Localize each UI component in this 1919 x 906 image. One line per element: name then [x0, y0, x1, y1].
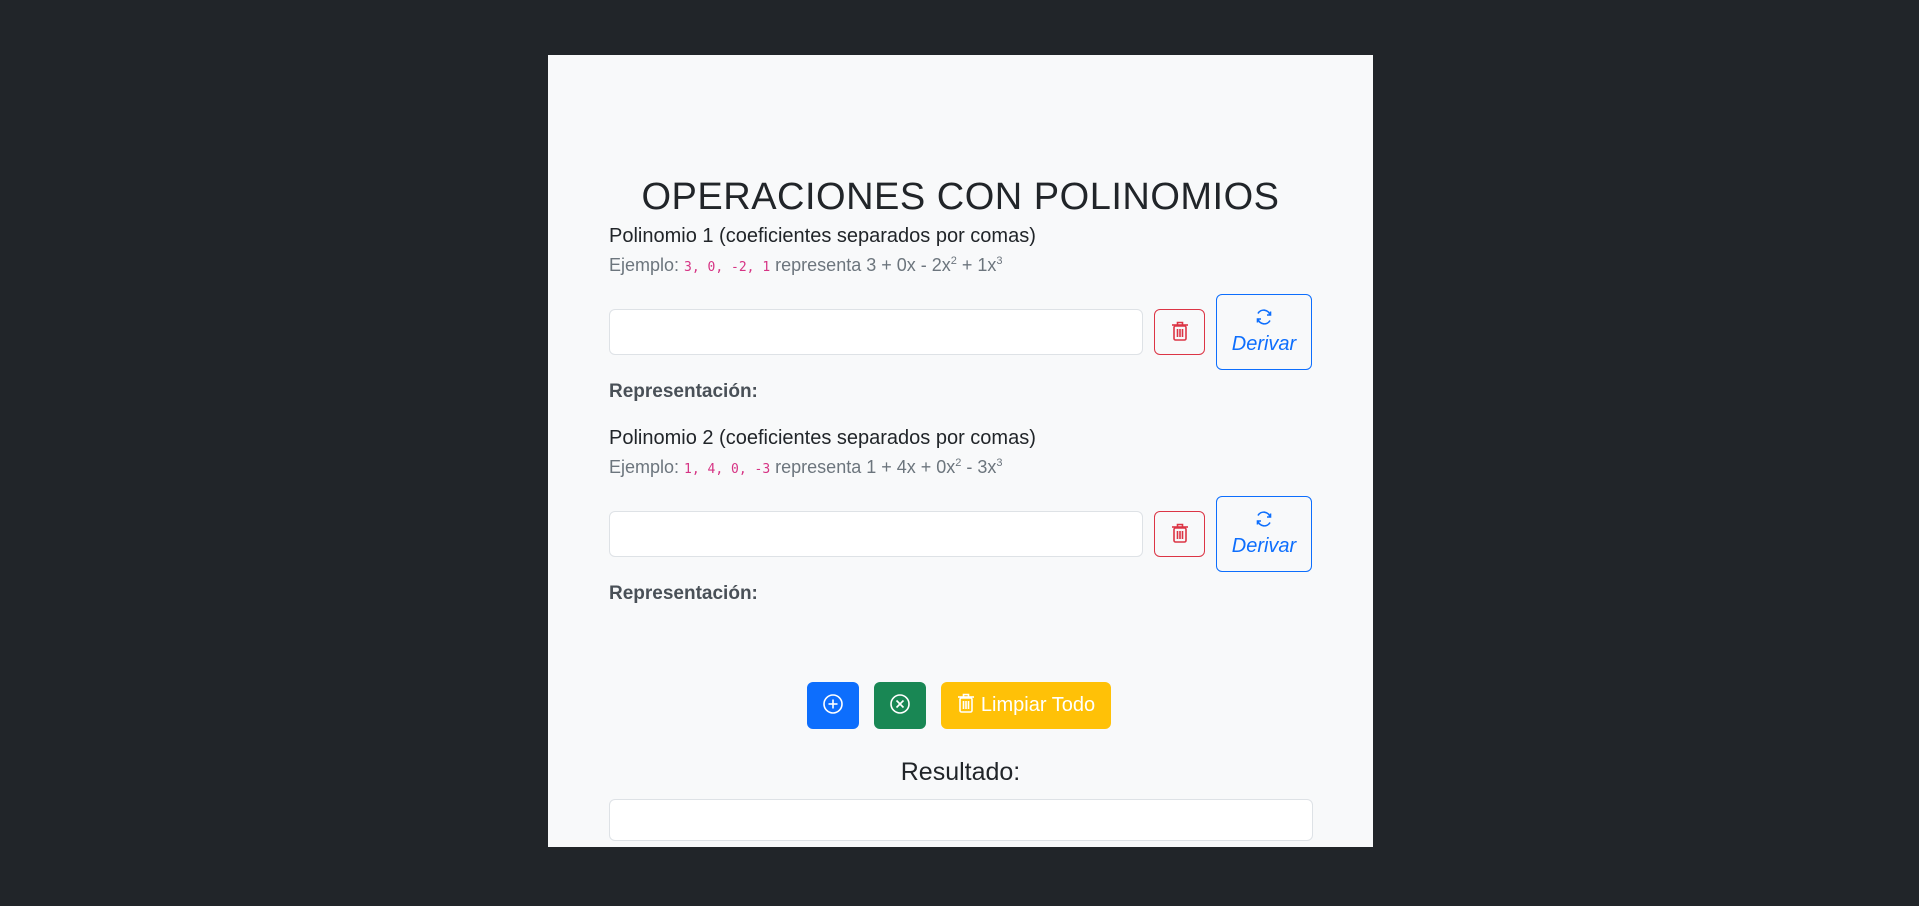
- poly2-example-text2: - 3x: [961, 457, 997, 477]
- poly1-derive-label: Derivar: [1231, 333, 1297, 355]
- poly1-clear-button[interactable]: [1154, 309, 1205, 355]
- page-title: OPERACIONES CON POLINOMIOS: [641, 176, 1280, 218]
- polynomial-card: OPERACIONES CON POLINOMIOS Polinomio 1 (…: [548, 55, 1373, 847]
- poly1-example-text: representa 3 + 0x - 2x: [775, 255, 951, 275]
- poly2-example-sup2: 3: [996, 457, 1003, 469]
- poly1-representation-label: Representación:: [609, 381, 758, 402]
- trash-icon: [957, 693, 975, 719]
- poly2-example: Ejemplo: 1, 4, 0, -3 representa 1 + 4x +…: [609, 457, 1003, 478]
- x-circle-icon: [889, 693, 911, 718]
- poly1-example-prefix: Ejemplo:: [609, 255, 680, 275]
- poly2-example-code: 1, 4, 0, -3: [684, 462, 771, 477]
- poly2-clear-button[interactable]: [1154, 511, 1205, 557]
- result-output: [609, 799, 1313, 841]
- poly1-input[interactable]: [609, 309, 1143, 355]
- trash-icon: [1171, 523, 1189, 546]
- poly2-label: Polinomio 2 (coeficientes separados por …: [609, 427, 1036, 449]
- add-polynomials-button[interactable]: [807, 682, 859, 729]
- poly1-label: Polinomio 1 (coeficientes separados por …: [609, 225, 1036, 247]
- poly1-derive-button[interactable]: Derivar: [1216, 294, 1312, 370]
- refresh-icon: [1254, 510, 1274, 531]
- poly2-derive-label: Derivar: [1231, 535, 1297, 557]
- plus-circle-icon: [822, 693, 844, 718]
- clear-all-button[interactable]: Limpiar Todo: [941, 682, 1111, 729]
- poly2-input[interactable]: [609, 511, 1143, 557]
- poly2-example-prefix: Ejemplo:: [609, 457, 680, 477]
- poly1-example: Ejemplo: 3, 0, -2, 1 representa 3 + 0x -…: [609, 255, 1003, 276]
- poly1-example-sup2: 3: [996, 255, 1003, 267]
- clear-all-label: Limpiar Todo: [980, 694, 1096, 716]
- poly2-representation-label: Representación:: [609, 583, 758, 604]
- result-title: Resultado:: [900, 758, 1021, 786]
- poly1-example-text2: + 1x: [956, 255, 997, 275]
- subtract-polynomials-button[interactable]: [874, 682, 926, 729]
- poly1-example-code: 3, 0, -2, 1: [684, 260, 771, 275]
- poly2-derive-button[interactable]: Derivar: [1216, 496, 1312, 572]
- refresh-icon: [1254, 308, 1274, 329]
- trash-icon: [1171, 321, 1189, 344]
- poly2-example-text: representa 1 + 4x + 0x: [775, 457, 956, 477]
